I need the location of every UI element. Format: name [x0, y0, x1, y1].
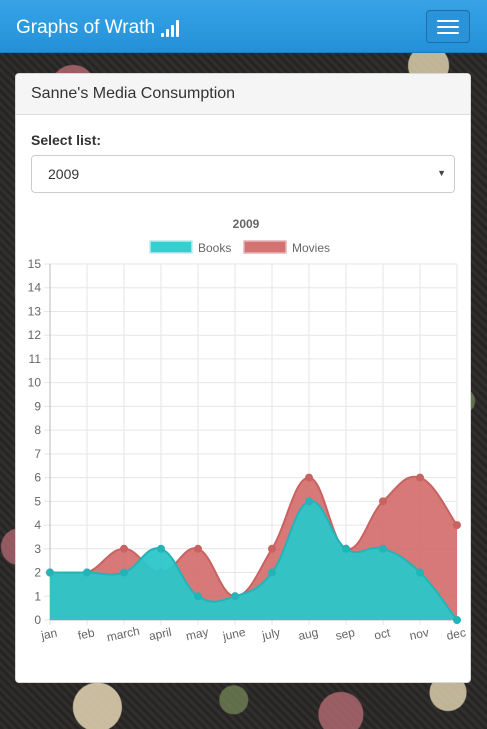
point-books	[157, 544, 165, 553]
y-tick-label: 5	[34, 494, 41, 508]
point-books	[453, 616, 461, 624]
y-tick-label: 0	[34, 613, 41, 627]
media-panel: Sanne's Media Consumption Select list: 2…	[15, 73, 471, 683]
x-tick-label: sep	[334, 625, 356, 643]
point-books	[46, 568, 54, 577]
point-books	[416, 568, 424, 577]
y-tick-label: 11	[29, 352, 42, 366]
y-tick-label: 12	[28, 328, 42, 342]
x-tick-label: feb	[77, 625, 97, 642]
point-movies	[268, 544, 276, 553]
navbar: Graphs of Wrath	[0, 0, 487, 53]
chart-title: 2009	[233, 217, 260, 231]
y-tick-label: 8	[34, 423, 41, 437]
point-books	[231, 592, 239, 601]
x-tick-label: oct	[373, 625, 392, 642]
legend-label-books: Books	[198, 241, 231, 255]
menu-toggle-button[interactable]	[426, 10, 470, 43]
x-tick-label: april	[148, 625, 173, 643]
y-tick-label: 15	[28, 257, 42, 271]
brand-title: Graphs of Wrath	[16, 17, 156, 38]
x-tick-label: nov	[408, 625, 430, 643]
legend-label-movies: Movies	[292, 241, 330, 255]
x-tick-label: june	[221, 625, 247, 644]
y-tick-label: 1	[34, 589, 41, 603]
legend-swatch-books	[149, 240, 193, 254]
x-tick-label: july	[260, 625, 282, 643]
point-books	[305, 497, 313, 506]
point-movies	[379, 497, 387, 506]
x-tick-label: aug	[297, 625, 320, 643]
point-books	[120, 568, 128, 577]
hamburger-menu-icon	[437, 19, 459, 22]
point-movies	[453, 521, 461, 530]
point-movies	[194, 544, 202, 553]
brand[interactable]: Graphs of Wrath	[16, 17, 180, 39]
point-movies	[416, 473, 424, 482]
point-books	[83, 568, 91, 577]
x-tick-label: dec	[445, 625, 467, 643]
point-movies	[305, 473, 313, 482]
y-tick-label: 13	[28, 304, 42, 318]
x-tick-label: may	[185, 625, 210, 643]
media-chart: 2009Books Movies0123456789101112131415jan…	[28, 217, 467, 645]
signal-bars-icon	[161, 19, 180, 37]
x-tick-label: jan	[39, 626, 59, 643]
y-tick-label: 6	[34, 471, 41, 485]
y-tick-label: 9	[34, 399, 41, 413]
y-tick-label: 2	[34, 566, 41, 580]
point-books	[379, 544, 387, 553]
point-movies	[120, 544, 128, 553]
y-tick-label: 3	[34, 542, 41, 556]
x-tick-label: march	[105, 624, 141, 645]
point-books	[194, 592, 202, 601]
point-books	[342, 544, 350, 553]
y-tick-label: 10	[28, 376, 42, 390]
y-tick-label: 7	[34, 447, 41, 461]
legend-swatch-movies	[243, 240, 287, 254]
y-tick-label: 14	[28, 281, 42, 295]
point-books	[268, 568, 276, 577]
y-tick-label: 4	[34, 518, 41, 532]
